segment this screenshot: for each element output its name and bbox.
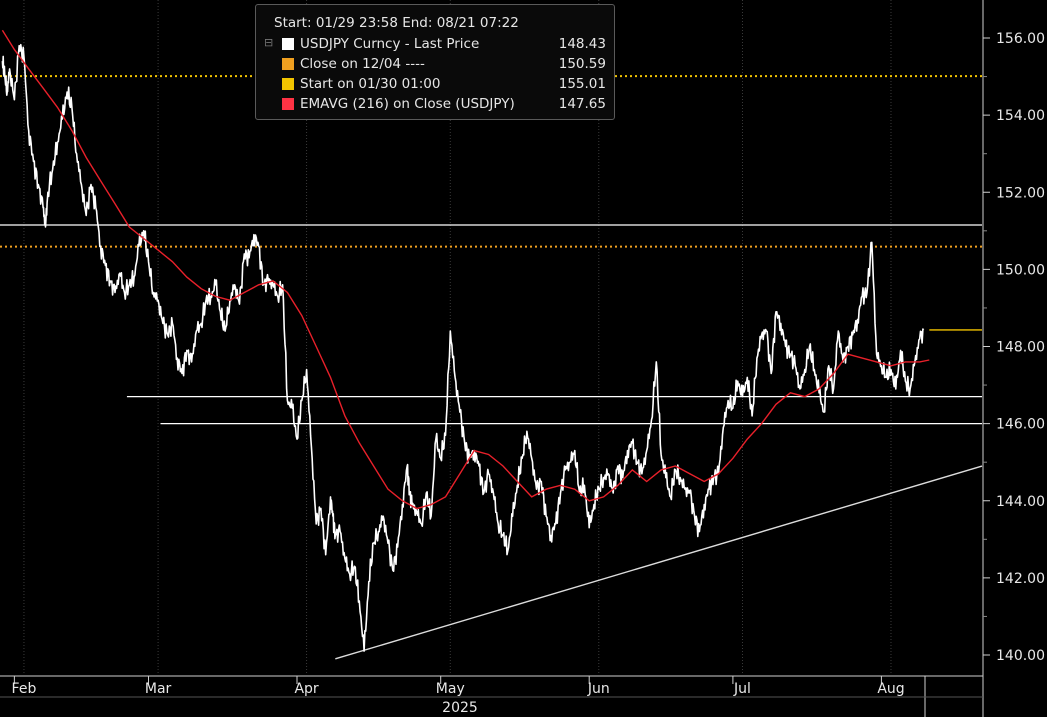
x-axis-year-label: 2025 xyxy=(442,700,478,716)
legend-item-ema[interactable]: EMAVG (216) on Close (USDJPY) 147.65 xyxy=(264,96,610,114)
legend-date-range: Start: 01/29 23:58 End: 08/21 07:22 xyxy=(274,15,519,31)
y-tick-label: 150.00 xyxy=(996,262,1045,278)
x-tick-label: Jul xyxy=(733,681,751,697)
legend-value: 148.43 xyxy=(558,36,606,52)
x-tick-label: Apr xyxy=(294,681,318,697)
legend-label: EMAVG (216) on Close (USDJPY) xyxy=(300,96,515,112)
y-tick-label: 146.00 xyxy=(996,417,1045,433)
legend-swatch-last-price xyxy=(282,38,294,50)
y-tick-label: 142.00 xyxy=(996,571,1045,587)
legend-label: Close on 12/04 ---- xyxy=(300,56,425,72)
legend-item-close-ref[interactable]: Close on 12/04 ---- 150.59 xyxy=(264,56,610,74)
y-tick-label: 140.00 xyxy=(996,648,1045,664)
legend-swatch-ema xyxy=(282,98,294,110)
y-tick-label: 144.00 xyxy=(996,494,1045,510)
legend-swatch-close-ref xyxy=(282,58,294,70)
x-tick-label: Mar xyxy=(145,681,172,697)
legend-item-last-price[interactable]: ⊟ USDJPY Curncy - Last Price 148.43 xyxy=(264,36,610,54)
legend-item-start-ref[interactable]: Start on 01/30 01:00 155.01 xyxy=(264,76,610,94)
legend-value: 155.01 xyxy=(558,76,606,92)
legend-swatch-start-ref xyxy=(282,78,294,90)
legend-panel[interactable]: Start: 01/29 23:58 End: 08/21 07:22 ⊟ US… xyxy=(255,4,615,120)
y-tick-label: 152.00 xyxy=(996,185,1045,201)
y-tick-label: 148.00 xyxy=(996,340,1045,356)
legend-value: 147.65 xyxy=(558,96,606,112)
y-tick-label: 154.00 xyxy=(996,108,1045,124)
x-tick-label: Feb xyxy=(12,681,37,697)
x-tick-label: Aug xyxy=(877,681,904,697)
y-tick-label: 156.00 xyxy=(996,31,1045,47)
legend-label: USDJPY Curncy - Last Price xyxy=(300,36,480,52)
collapse-tree-icon[interactable]: ⊟ xyxy=(264,36,276,49)
legend-label: Start on 01/30 01:00 xyxy=(300,76,441,92)
x-tick-label: May xyxy=(436,681,465,697)
x-tick-label: Jun xyxy=(587,681,610,697)
legend-value: 150.59 xyxy=(558,56,606,72)
